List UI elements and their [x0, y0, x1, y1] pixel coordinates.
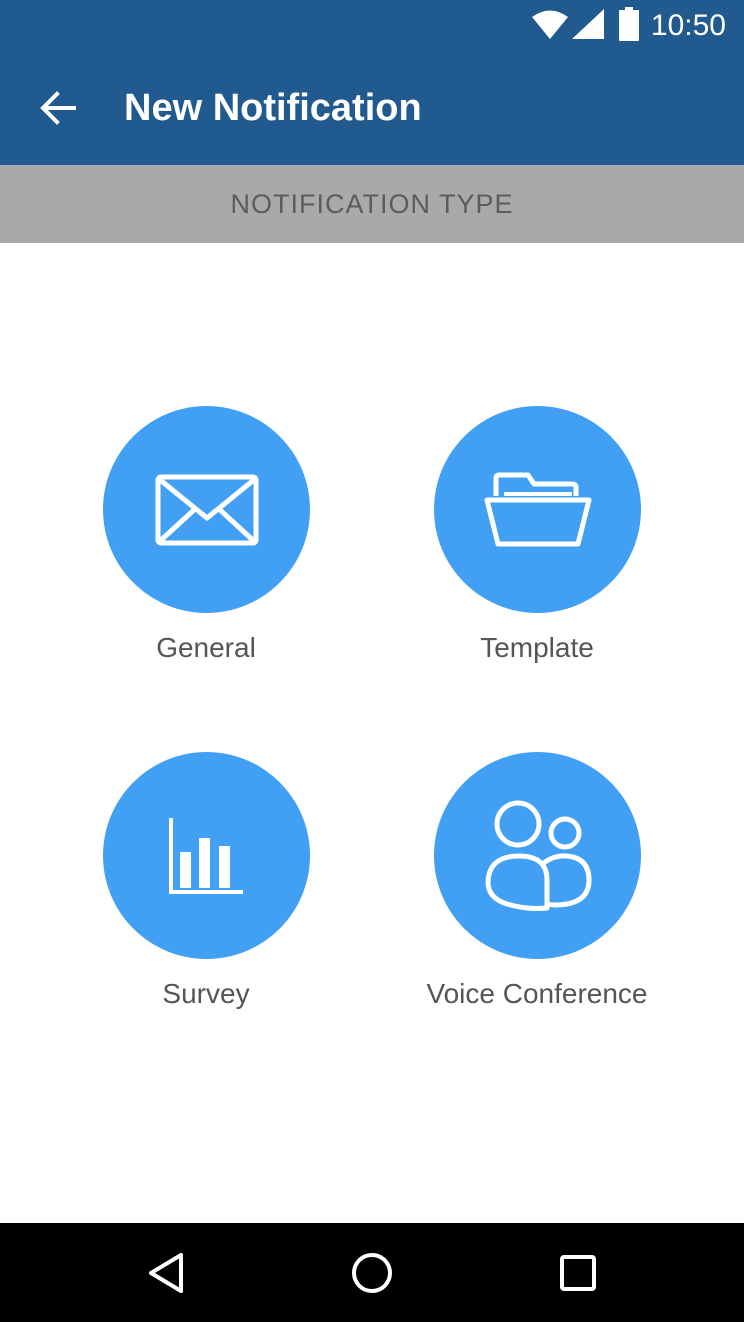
folder-icon — [484, 472, 591, 546]
battery-icon — [619, 7, 639, 41]
type-general-circle — [103, 406, 310, 613]
nav-back-button[interactable] — [136, 1243, 196, 1303]
bar-chart-icon — [168, 817, 243, 894]
type-voice-conference-circle — [434, 752, 641, 959]
app-bar: 10:50 New Notification — [0, 0, 744, 165]
type-voice-conference-label: Voice Conference — [426, 978, 648, 1009]
cellular-signal-icon — [572, 9, 604, 39]
type-voice-conference[interactable]: Voice Conference — [377, 752, 697, 1052]
type-survey-circle — [103, 752, 310, 959]
nav-recents-button[interactable] — [548, 1243, 608, 1303]
type-general[interactable]: General — [46, 406, 366, 706]
recents-square-icon — [560, 1255, 596, 1291]
navigation-bar — [0, 1223, 744, 1322]
type-survey[interactable]: Survey — [46, 752, 366, 1052]
home-circle-icon — [352, 1253, 392, 1293]
type-template-label: Template — [480, 632, 594, 663]
nav-home-button[interactable] — [342, 1243, 402, 1303]
screen: 10:50 New Notification NOTIFICATION TYPE… — [0, 0, 744, 1322]
type-template-circle — [434, 406, 641, 613]
status-bar: 10:50 — [0, 0, 744, 50]
type-survey-label: Survey — [162, 978, 250, 1009]
users-icon — [485, 800, 592, 911]
section-header: NOTIFICATION TYPE — [0, 165, 744, 243]
back-button[interactable] — [24, 74, 92, 142]
type-template[interactable]: Template — [377, 406, 697, 706]
type-general-label: General — [156, 632, 256, 663]
envelope-icon — [155, 474, 258, 545]
status-time: 10:50 — [650, 9, 726, 42]
arrow-back-icon — [40, 91, 76, 125]
toolbar: New Notification — [0, 50, 744, 165]
page-title: New Notification — [124, 87, 422, 129]
back-triangle-icon — [149, 1253, 183, 1293]
wifi-icon — [532, 10, 568, 39]
